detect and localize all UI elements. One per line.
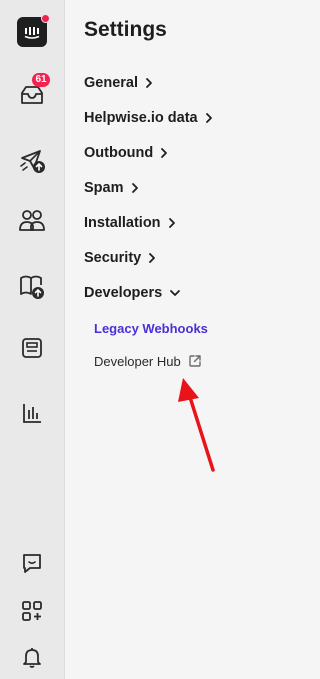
menu-item-developers[interactable]: Developers: [84, 282, 181, 304]
contacts-icon[interactable]: [12, 201, 52, 241]
menu-item-label: Installation: [84, 215, 161, 231]
menu-item-general[interactable]: General: [84, 72, 153, 94]
menu-item-spam[interactable]: Spam: [84, 177, 139, 199]
app-logo-icon[interactable]: [12, 12, 52, 52]
submenu-item-legacy-webhooks[interactable]: Legacy Webhooks: [94, 318, 208, 338]
menu-item-label: General: [84, 75, 138, 91]
notifications-bell-icon[interactable]: [12, 637, 52, 677]
menu-item-installation[interactable]: Installation: [84, 212, 176, 234]
chevron-down-icon: [169, 289, 181, 297]
menu-item-label: Outbound: [84, 145, 154, 161]
settings-panel: Settings General Helpwise.io data Outbou…: [65, 0, 291, 679]
inbox-icon[interactable]: 61: [12, 73, 52, 115]
menu-item-label: Developers: [84, 285, 163, 301]
saved-replies-icon[interactable]: [12, 328, 52, 368]
chevron-right-icon: [145, 77, 153, 89]
chevron-right-icon: [168, 217, 176, 229]
chevron-right-icon: [131, 182, 139, 194]
submenu-item-label: Developer Hub: [94, 353, 181, 369]
menu-item-helpwise-data[interactable]: Helpwise.io data: [84, 107, 213, 129]
outbound-campaign-icon[interactable]: [12, 140, 52, 180]
menu-item-outbound[interactable]: Outbound: [84, 142, 168, 164]
external-link-icon: [188, 354, 202, 368]
apps-icon[interactable]: [12, 591, 52, 631]
menu-item-label: Spam: [84, 180, 124, 196]
annotation-arrow-icon: [178, 378, 215, 472]
menu-item-label: Security: [84, 250, 142, 266]
notification-dot: [41, 14, 50, 23]
knowledge-base-icon[interactable]: [12, 266, 52, 306]
chevron-right-icon: [205, 112, 213, 124]
page-title: Settings: [84, 18, 167, 41]
submenu-item-label: Legacy Webhooks: [94, 320, 208, 336]
menu-item-security[interactable]: Security: [84, 247, 156, 269]
inbox-unread-badge: 61: [32, 73, 50, 87]
chevron-right-icon: [148, 252, 156, 264]
icon-rail: 61: [0, 0, 65, 679]
chat-widget-icon[interactable]: [12, 543, 52, 583]
submenu-item-developer-hub[interactable]: Developer Hub: [94, 351, 202, 371]
menu-item-label: Helpwise.io data: [84, 110, 198, 126]
reports-icon[interactable]: [12, 393, 52, 433]
chevron-right-icon: [160, 147, 168, 159]
